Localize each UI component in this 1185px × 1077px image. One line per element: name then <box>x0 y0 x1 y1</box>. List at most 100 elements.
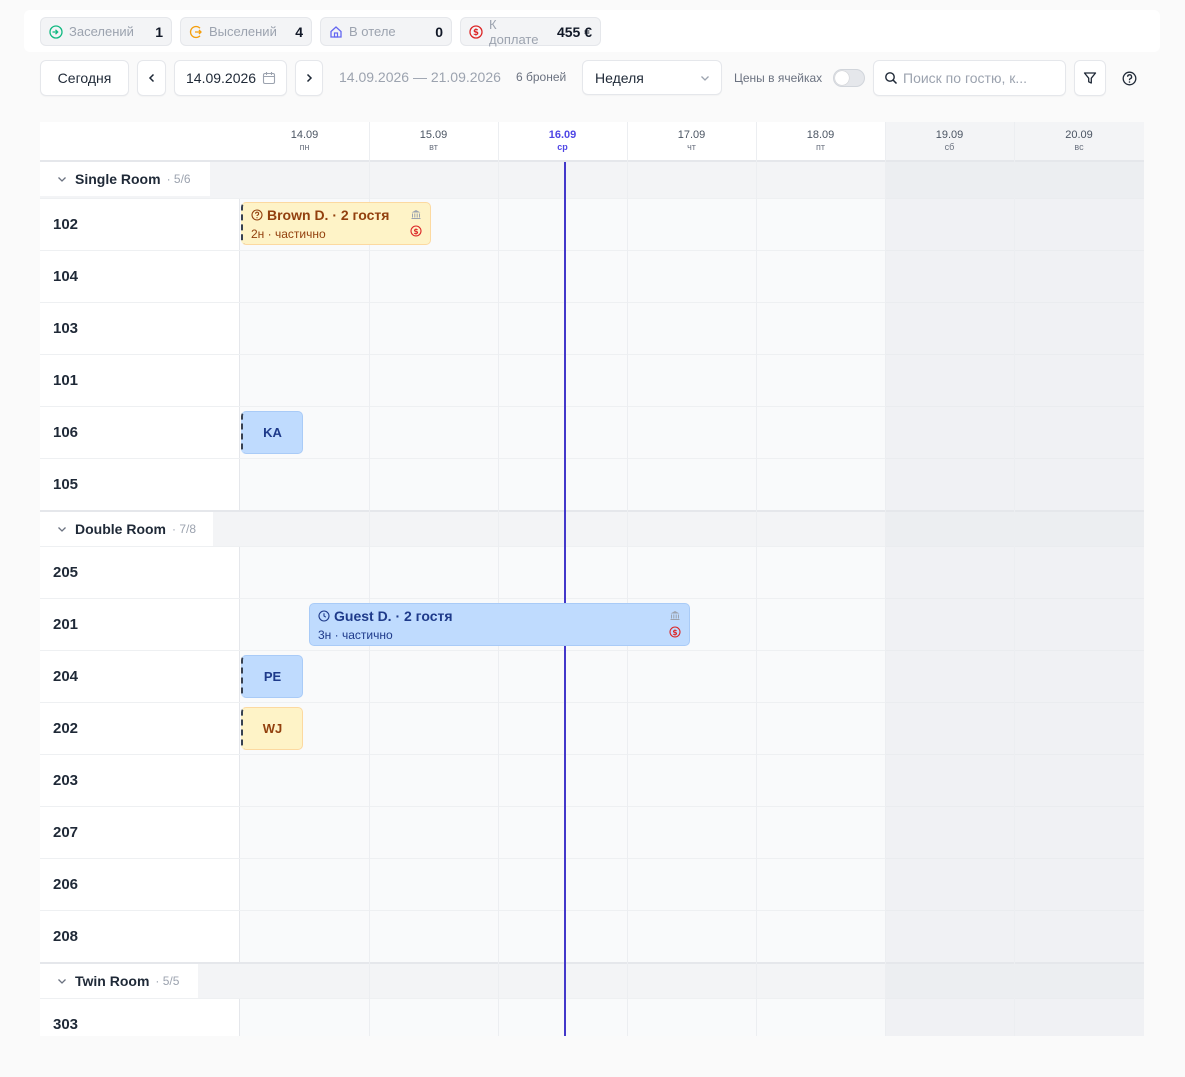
stats-bar: Заселений 1 Выселений 4 В отеле 0 $ К до… <box>24 10 1160 52</box>
day-header-weekend[interactable]: 20.09 вс <box>1014 122 1144 160</box>
booking-guest[interactable]: Guest D. · 2 гостя 3н · частично $ <box>309 603 690 646</box>
dollar-icon: $ <box>469 24 483 39</box>
room-number[interactable]: 303 <box>40 999 240 1036</box>
room-number[interactable]: 202 <box>40 703 240 754</box>
svg-text:$: $ <box>473 28 479 38</box>
group-toggle[interactable]: Twin Room · 5/5 <box>40 964 198 998</box>
booking-icons: $ <box>410 208 422 237</box>
stat-value: 1 <box>155 23 163 40</box>
room-number[interactable]: 103 <box>40 303 240 354</box>
check-in-icon <box>49 24 63 39</box>
check-out-icon <box>189 25 203 39</box>
stat-check-outs[interactable]: Выселений 4 <box>180 17 312 46</box>
chevron-right-icon <box>303 72 315 84</box>
svg-text:$: $ <box>672 628 677 637</box>
booking-icons: $ <box>669 609 681 638</box>
filter-icon <box>1083 71 1097 85</box>
stat-label: Выселений <box>209 24 277 39</box>
booking-initials: PE <box>263 669 282 684</box>
booking-grid: 14.09 пн 15.09 вт 16.09 ср 17.09 чт 18.0… <box>40 122 1144 1036</box>
today-indicator <box>564 162 566 1036</box>
room-number[interactable]: 205 <box>40 547 240 598</box>
room-number[interactable]: 203 <box>40 755 240 806</box>
room-number[interactable]: 105 <box>40 459 240 510</box>
view-select[interactable]: Неделя <box>582 60 722 95</box>
day-header-weekend[interactable]: 19.09 сб <box>885 122 1014 160</box>
column-divider <box>1014 122 1015 1036</box>
room-number[interactable]: 201 <box>40 599 240 650</box>
day-date: 18.09 <box>806 129 835 141</box>
bank-icon <box>669 609 681 621</box>
column-divider <box>627 122 628 1036</box>
day-weekday: пт <box>816 142 825 152</box>
stat-value: 455 € <box>556 23 592 40</box>
column-divider <box>756 122 757 1036</box>
booking-subtitle: 2н · частично <box>251 227 326 241</box>
room-number[interactable]: 208 <box>40 911 240 962</box>
stat-label: Заселений <box>69 24 134 39</box>
date-range-text: 14.09.2026 — 21.09.2026 <box>339 69 501 85</box>
day-date: 17.09 <box>677 129 706 141</box>
booking-brown[interactable]: Brown D. · 2 гостя 2н · частично $ <box>241 202 431 245</box>
booking-initials: WJ <box>262 721 283 736</box>
chevron-down-icon <box>699 72 711 84</box>
help-button[interactable] <box>1114 69 1144 87</box>
day-header-today[interactable]: 16.09 ср <box>498 122 627 160</box>
prices-toggle-label: Цены в ячейках <box>734 71 823 85</box>
search-icon <box>884 71 898 85</box>
booking-wj[interactable]: WJ <box>241 707 303 750</box>
search-input[interactable]: Поиск по гостю, к... <box>873 60 1066 96</box>
day-header[interactable]: 18.09 пт <box>756 122 885 160</box>
group-count: · 7/8 <box>172 522 197 536</box>
group-name: Double Room <box>75 521 166 537</box>
stat-in-hotel[interactable]: В отеле 0 <box>320 17 452 46</box>
dollar-icon: $ <box>410 225 422 237</box>
day-date: 14.09 <box>290 129 319 141</box>
stat-to-pay[interactable]: $ К доплате 455 € <box>460 16 601 47</box>
day-date: 20.09 <box>1065 129 1093 141</box>
stat-check-ins[interactable]: Заселений 1 <box>40 17 172 46</box>
booking-ka[interactable]: KA <box>241 411 303 454</box>
booking-title-row: Brown D. · 2 гостя <box>251 207 389 223</box>
date-value: 14.09.2026 <box>186 70 257 86</box>
room-number[interactable]: 204 <box>40 651 240 702</box>
calendar-icon <box>262 71 276 85</box>
filter-button[interactable] <box>1074 60 1106 96</box>
day-date: 19.09 <box>935 129 964 141</box>
dollar-icon: $ <box>669 626 681 638</box>
booking-pe[interactable]: PE <box>241 655 303 698</box>
prices-toggle[interactable] <box>833 69 865 87</box>
room-number[interactable]: 206 <box>40 859 240 910</box>
group-toggle[interactable]: Single Room · 5/6 <box>40 162 210 196</box>
search-placeholder: Поиск по гостю, к... <box>903 70 1028 86</box>
next-week-button[interactable] <box>295 60 323 96</box>
day-header[interactable]: 17.09 чт <box>627 122 756 160</box>
column-divider <box>885 122 886 1036</box>
grid-header: 14.09 пн 15.09 вт 16.09 ср 17.09 чт 18.0… <box>40 122 1144 162</box>
room-number[interactable]: 101 <box>40 355 240 406</box>
day-header[interactable]: 14.09 пн <box>240 122 369 160</box>
room-number[interactable]: 207 <box>40 807 240 858</box>
column-divider <box>498 122 499 1036</box>
help-icon <box>1122 71 1137 86</box>
booking-subtitle: 3н · частично <box>318 628 393 642</box>
room-number[interactable]: 102 <box>40 199 240 250</box>
bank-icon <box>410 208 422 220</box>
room-number[interactable]: 104 <box>40 251 240 302</box>
group-toggle[interactable]: Double Room · 7/8 <box>40 512 213 546</box>
today-button[interactable]: Сегодня <box>40 60 129 96</box>
group-name: Single Room <box>75 171 161 187</box>
day-header[interactable]: 15.09 вт <box>369 122 498 160</box>
stat-label: К доплате <box>489 16 539 47</box>
booking-title-row: Guest D. · 2 гостя <box>318 608 453 624</box>
date-picker-input[interactable]: 14.09.2026 <box>174 60 287 96</box>
room-number[interactable]: 106 <box>40 407 240 458</box>
stat-label: В отеле <box>349 24 396 39</box>
column-divider <box>369 122 370 1036</box>
day-date: 16.09 <box>548 129 577 141</box>
booking-title: Brown D. · 2 гостя <box>267 207 390 223</box>
toggle-knob <box>835 71 849 85</box>
group-name: Twin Room <box>75 973 150 989</box>
prev-week-button[interactable] <box>137 60 166 96</box>
day-weekday: ср <box>557 142 568 152</box>
